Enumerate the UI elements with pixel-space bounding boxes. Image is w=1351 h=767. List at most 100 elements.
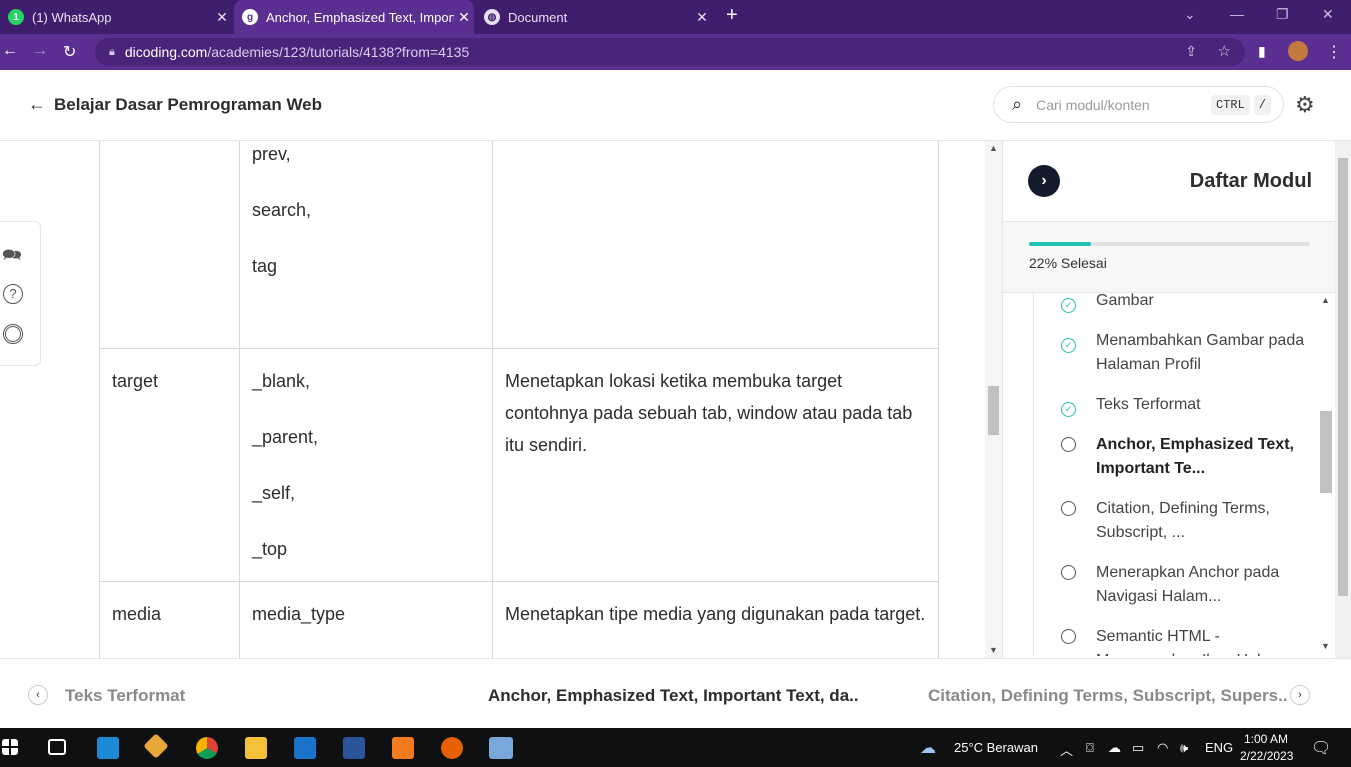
wifi-icon[interactable]: ◠ — [1157, 740, 1168, 756]
restore-icon[interactable]: ❐ — [1276, 6, 1289, 23]
windows-start-icon[interactable] — [2, 739, 18, 755]
onedrive-icon[interactable]: ☁ — [1108, 740, 1121, 756]
menu-icon[interactable]: ⋮ — [1326, 42, 1342, 62]
arrow-left-icon: ← — [28, 94, 46, 114]
module-item[interactable]: Citation, Defining Terms, Subscript, ... — [1034, 497, 1314, 545]
page-scrollbar[interactable] — [1335, 141, 1351, 658]
next-lesson-link[interactable]: Citation, Defining Terms, Subscript, Sup… — [928, 686, 1288, 706]
mail-icon[interactable] — [294, 737, 316, 759]
module-item[interactable]: ✓ Gambar — [1034, 293, 1314, 316]
url-host: dicoding.com — [124, 44, 208, 60]
scroll-thumb[interactable] — [988, 386, 999, 435]
module-item[interactable]: ✓ Teks Terformat — [1034, 393, 1314, 420]
search-icon: ⌕ — [1012, 94, 1023, 114]
chevron-left-icon[interactable]: ‹ — [28, 685, 48, 705]
support-icon[interactable] — [3, 324, 23, 344]
tab-whatsapp[interactable]: 1 (1) WhatsApp ✕ — [0, 0, 232, 34]
table-cell-values: prev, search, tag — [239, 141, 493, 349]
scroll-up-icon[interactable]: ▲ — [989, 143, 998, 153]
back-to-course-link[interactable]: ← Belajar Dasar Pemrograman Web — [28, 94, 322, 115]
reload-icon[interactable]: ↻ — [63, 42, 76, 62]
vscode-icon[interactable] — [97, 737, 119, 759]
help-icon[interactable]: ? — [3, 284, 23, 304]
prev-lesson-link[interactable]: Teks Terformat — [65, 686, 185, 706]
git-icon[interactable] — [143, 733, 169, 759]
gear-icon[interactable]: ⚙ — [1295, 92, 1315, 118]
url-path: /academies/123/tutorials/4138?from=4135 — [207, 44, 470, 60]
module-item[interactable]: Menerapkan Anchor pada Navigasi Halam... — [1034, 561, 1314, 609]
check-circle-icon: ✓ — [1061, 402, 1076, 417]
lock-icon: 🔒︎ — [109, 45, 115, 58]
close-icon[interactable]: ✕ — [212, 9, 232, 26]
remote-desktop-icon[interactable] — [489, 737, 513, 759]
module-label: Gambar — [1096, 293, 1154, 309]
module-label: Anchor, Emphasized Text, Important Te... — [1096, 436, 1294, 477]
scroll-thumb[interactable] — [1320, 411, 1332, 493]
lesson-navigation: ‹ Teks Terformat Anchor, Emphasized Text… — [0, 658, 1351, 728]
module-item[interactable]: Semantic HTML - Menggunakan Ikon Hal... — [1034, 625, 1314, 656]
address-bar[interactable]: 🔒︎ dicoding.com /academies/123/tutorials… — [95, 38, 1245, 66]
table-cell-description — [492, 141, 939, 349]
tab-dicoding[interactable]: g Anchor, Emphasized Text, Important ✕ — [234, 0, 474, 34]
clock-date[interactable]: 2/22/2023 — [1240, 749, 1293, 763]
progress-label: 22% Selesai — [1029, 255, 1107, 271]
forward-icon[interactable]: → — [32, 42, 48, 60]
input-language[interactable]: ENG — [1205, 740, 1233, 755]
close-icon[interactable]: ✕ — [454, 9, 474, 26]
content-scrollbar[interactable]: ▲ ▼ — [985, 141, 1002, 658]
sidebar-toggle-button[interactable]: › — [1028, 165, 1060, 197]
file-explorer-icon[interactable] — [245, 737, 267, 759]
scroll-up-icon[interactable]: ▲ — [1321, 295, 1330, 305]
xampp-icon[interactable] — [392, 737, 414, 759]
table-value: _self, — [252, 483, 296, 503]
back-icon[interactable]: ← — [2, 42, 18, 60]
close-icon[interactable]: ✕ — [692, 9, 712, 26]
browser-toolbar: ← → ↻ 🔒︎ dicoding.com /academies/123/tut… — [0, 34, 1351, 70]
cloud-icon: ☁ — [920, 740, 936, 757]
volume-icon[interactable]: 🕪︎ — [1180, 740, 1188, 756]
minimize-icon[interactable]: — — [1230, 6, 1244, 22]
close-window-icon[interactable]: ✕ — [1322, 6, 1334, 23]
tab-document[interactable]: ◍ Document ✕ — [476, 0, 712, 34]
table-value: search, — [252, 200, 312, 220]
progress-section: 22% Selesai — [1003, 222, 1336, 293]
discussion-icon[interactable]: 🗪︎ — [2, 244, 24, 266]
windows-taskbar: ☁ 25°C Berawan ︿ ⌼ ☁ ▭ ◠ 🕪︎ ENG 1:00 AM … — [0, 728, 1351, 767]
scroll-thumb[interactable] — [1338, 158, 1348, 596]
table-cell-attribute: target — [99, 348, 240, 582]
app-header: ← Belajar Dasar Pemrograman Web ⌕ Cari m… — [0, 70, 1351, 141]
module-item[interactable]: ✓ Menambahkan Gambar pada Halaman Profil — [1034, 329, 1314, 377]
chevron-up-icon[interactable]: ︿ — [1060, 740, 1073, 759]
module-item-current[interactable]: Anchor, Emphasized Text, Important Te... — [1034, 433, 1314, 481]
firefox-icon[interactable] — [441, 737, 463, 759]
sidebar-header: › Daftar Modul — [1003, 141, 1336, 222]
whatsapp-icon: 1 — [8, 9, 24, 25]
course-title: Belajar Dasar Pemrograman Web — [54, 94, 323, 114]
word-icon[interactable] — [343, 737, 365, 759]
scroll-down-icon[interactable]: ▼ — [989, 645, 998, 655]
chrome-icon[interactable] — [196, 737, 218, 759]
clock-time[interactable]: 1:00 AM — [1244, 732, 1288, 746]
module-search[interactable]: ⌕ Cari modul/konten CTRL / — [993, 86, 1284, 123]
side-panel-icon[interactable]: ▮ — [1258, 43, 1266, 60]
new-tab-icon[interactable]: + — [726, 4, 738, 27]
share-icon[interactable]: ⇪ — [1185, 43, 1197, 60]
chevron-down-icon[interactable]: ⌄ — [1184, 6, 1196, 23]
chevron-right-icon[interactable]: › — [1290, 685, 1310, 705]
task-view-icon[interactable] — [48, 739, 66, 755]
battery-icon[interactable]: ▭ — [1132, 740, 1144, 756]
meet-icon[interactable]: ⌼ — [1086, 740, 1094, 756]
current-lesson-title: Anchor, Emphasized Text, Important Text,… — [488, 686, 859, 705]
profile-avatar[interactable] — [1288, 41, 1308, 61]
star-icon[interactable]: ☆ — [1218, 42, 1231, 60]
attribute-table: prev, search, tag target _blank, _parent… — [99, 141, 939, 658]
weather-text[interactable]: 25°C Berawan — [954, 740, 1038, 755]
progress-fill — [1029, 242, 1091, 246]
module-label: Citation, Defining Terms, Subscript, ... — [1096, 500, 1270, 541]
notification-icon[interactable]: 🗨︎ — [1311, 738, 1331, 758]
tab-title: (1) WhatsApp — [32, 9, 112, 25]
module-label: Teks Terformat — [1096, 396, 1201, 413]
tab-title: Anchor, Emphasized Text, Important — [266, 9, 454, 25]
sidebar-scrollbar[interactable]: ▲ ▼ — [1318, 293, 1334, 656]
scroll-down-icon[interactable]: ▼ — [1321, 641, 1330, 651]
